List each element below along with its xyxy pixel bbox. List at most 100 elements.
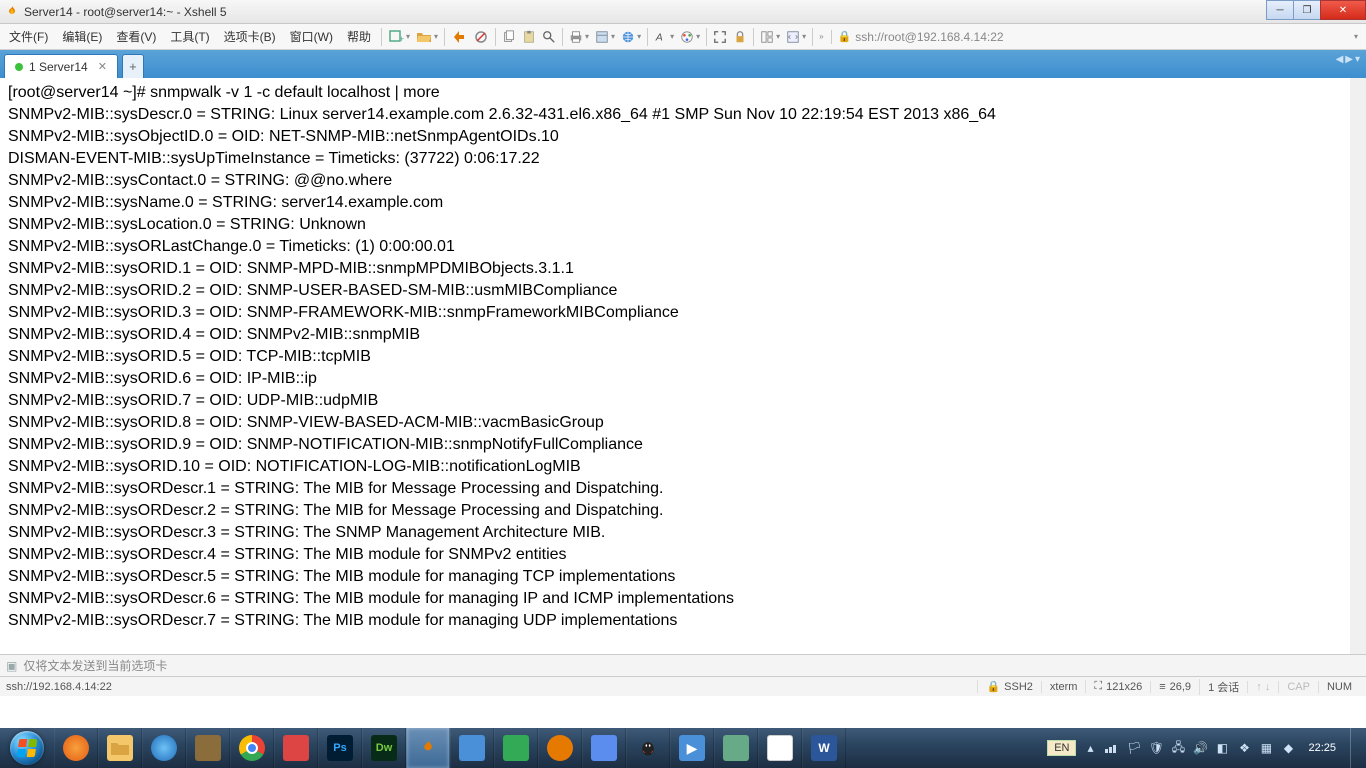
taskbar-pinned: Ps Dw ▶ W <box>54 728 846 768</box>
new-tab-button[interactable]: + <box>122 54 144 78</box>
terminal-line: SNMPv2-MIB::sysORID.6 = OID: IP-MIB::ip <box>8 368 1342 390</box>
tray-clock[interactable]: 22:25 <box>1302 742 1342 754</box>
start-button[interactable] <box>0 728 54 768</box>
task-qq[interactable] <box>626 728 670 768</box>
tray-flag-icon[interactable]: 🏳 <box>1126 740 1142 756</box>
task-explorer[interactable] <box>98 728 142 768</box>
toolbar-paste-icon[interactable] <box>519 27 539 47</box>
toolbar-print-icon[interactable]: ▾ <box>566 27 592 47</box>
toolbar-find-icon[interactable] <box>539 27 559 47</box>
send-bar[interactable]: ▣ 仅将文本发送到当前选项卡 <box>0 654 1366 676</box>
tab-status-icon <box>15 63 23 71</box>
close-button[interactable]: ✕ <box>1320 0 1366 20</box>
title-bar: Server14 - root@server14:~ - Xshell 5 ─ … <box>0 0 1366 24</box>
toolbar-color-icon[interactable]: ▾ <box>677 27 703 47</box>
tray-volume-icon[interactable]: 🔊 <box>1192 740 1208 756</box>
terminal-line: SNMPv2-MIB::sysORID.5 = OID: TCP-MIB::tc… <box>8 346 1342 368</box>
tray-app2-icon[interactable]: ❖ <box>1236 740 1252 756</box>
menu-view[interactable]: 查看(V) <box>109 24 163 49</box>
terminal-line: SNMPv2-MIB::sysName.0 = STRING: server14… <box>8 192 1342 214</box>
task-app1[interactable] <box>186 728 230 768</box>
menu-bar: 文件(F) 编辑(E) 查看(V) 工具(T) 选项卡(B) 窗口(W) 帮助 … <box>0 24 1366 50</box>
tray-shield-icon[interactable]: 🛡 <box>1148 740 1164 756</box>
lock-icon: 🔒 <box>838 30 852 43</box>
toolbar-copy-icon[interactable] <box>499 27 519 47</box>
tab-nav-left-icon[interactable]: ◀ <box>1336 54 1344 65</box>
toolbar-fullscreen-icon[interactable] <box>710 27 730 47</box>
task-app3[interactable] <box>450 728 494 768</box>
address-dropdown-icon[interactable]: ▾ <box>1354 32 1358 41</box>
menu-tools[interactable]: 工具(T) <box>163 24 216 49</box>
status-term-type: xterm <box>1041 681 1086 693</box>
menu-help[interactable]: 帮助 <box>340 24 378 49</box>
task-dw[interactable]: Dw <box>362 728 406 768</box>
tray-app-icon[interactable]: ◧ <box>1214 740 1230 756</box>
tray-network-icon[interactable]: 🖧 <box>1170 740 1186 756</box>
toolbar-font-icon[interactable]: A▾ <box>651 27 677 47</box>
tray-bars-icon[interactable] <box>1104 740 1120 756</box>
toolbar-new-session[interactable]: +▾ <box>385 26 413 48</box>
ime-indicator[interactable]: EN <box>1047 740 1076 756</box>
tab-nav-menu-icon[interactable]: ▾ <box>1355 54 1360 65</box>
status-nav[interactable]: ↑ ↓ <box>1247 681 1278 693</box>
show-desktop-button[interactable] <box>1350 728 1360 768</box>
terminal-line: SNMPv2-MIB::sysORID.10 = OID: NOTIFICATI… <box>8 456 1342 478</box>
status-num: NUM <box>1318 681 1360 693</box>
terminal-line: SNMPv2-MIB::sysORID.8 = OID: SNMP-VIEW-B… <box>8 412 1342 434</box>
task-ps[interactable]: Ps <box>318 728 362 768</box>
terminal-line: SNMPv2-MIB::sysORID.4 = OID: SNMPv2-MIB:… <box>8 324 1342 346</box>
toolbar-overflow-icon[interactable]: » <box>816 29 826 44</box>
maximize-button[interactable]: ❐ <box>1293 0 1321 20</box>
task-word[interactable]: W <box>802 728 846 768</box>
menu-file[interactable]: 文件(F) <box>2 24 55 49</box>
terminal-line: SNMPv2-MIB::sysORDescr.7 = STRING: The M… <box>8 610 1342 632</box>
toolbar-properties-icon[interactable]: ▾ <box>592 27 618 47</box>
terminal-line: SNMPv2-MIB::sysDescr.0 = STRING: Linux s… <box>8 104 1342 126</box>
task-app5[interactable] <box>538 728 582 768</box>
task-xshell[interactable] <box>406 728 450 768</box>
terminal-line: SNMPv2-MIB::sysORID.9 = OID: SNMP-NOTIFI… <box>8 434 1342 456</box>
toolbar-disconnect-icon[interactable] <box>470 26 492 48</box>
scroll-down-icon[interactable]: ▼ <box>1350 638 1366 654</box>
terminal-line: SNMPv2-MIB::sysORID.3 = OID: SNMP-FRAMEW… <box>8 302 1342 324</box>
status-cursor: ≡ 26,9 <box>1150 681 1199 693</box>
toolbar-lock-icon[interactable] <box>730 27 750 47</box>
task-app2[interactable] <box>274 728 318 768</box>
task-chrome[interactable] <box>230 728 274 768</box>
terminal-line: SNMPv2-MIB::sysORID.2 = OID: SNMP-USER-B… <box>8 280 1342 302</box>
terminal-line: DISMAN-EVENT-MIB::sysUpTimeInstance = Ti… <box>8 148 1342 170</box>
status-sessions: 1 会话 <box>1199 679 1247 695</box>
toolbar-script-icon[interactable]: ▾ <box>783 27 809 47</box>
tray-up-icon[interactable]: ▴ <box>1082 740 1098 756</box>
address-bar[interactable]: 🔒 ssh://root@192.168.4.14:22 ▾ <box>831 30 1364 44</box>
terminal[interactable]: ▲ ▼ [root@server14 ~]# snmpwalk -v 1 -c … <box>0 78 1366 654</box>
toolbar-reconnect-icon[interactable] <box>448 26 470 48</box>
terminal-line: SNMPv2-MIB::sysORDescr.4 = STRING: The M… <box>8 544 1342 566</box>
task-firefox[interactable] <box>54 728 98 768</box>
svg-text:+: + <box>399 34 404 44</box>
status-size: ⛶ 121x26 <box>1085 680 1150 693</box>
tab-server14[interactable]: 1 Server14 ✕ <box>4 54 118 78</box>
scroll-up-icon[interactable]: ▲ <box>1350 78 1366 94</box>
tab-close-icon[interactable]: ✕ <box>98 60 107 73</box>
menu-edit[interactable]: 编辑(E) <box>55 24 109 49</box>
task-video[interactable]: ▶ <box>670 728 714 768</box>
tray-app3-icon[interactable]: ▦ <box>1258 740 1274 756</box>
task-notepad[interactable] <box>758 728 802 768</box>
terminal-line: SNMPv2-MIB::sysORID.7 = OID: UDP-MIB::ud… <box>8 390 1342 412</box>
menu-window[interactable]: 窗口(W) <box>283 24 340 49</box>
menu-tabs[interactable]: 选项卡(B) <box>217 24 283 49</box>
task-app4[interactable] <box>494 728 538 768</box>
tray-app4-icon[interactable]: ◆ <box>1280 740 1296 756</box>
task-app6[interactable] <box>582 728 626 768</box>
toolbar-open[interactable]: ▾ <box>413 26 441 48</box>
minimize-button[interactable]: ─ <box>1266 0 1294 20</box>
task-app7[interactable] <box>714 728 758 768</box>
terminal-line: SNMPv2-MIB::sysContact.0 = STRING: @@no.… <box>8 170 1342 192</box>
terminal-line: SNMPv2-MIB::sysORDescr.5 = STRING: The M… <box>8 566 1342 588</box>
toolbar-layout-icon[interactable]: ▾ <box>757 27 783 47</box>
tab-nav-right-icon[interactable]: ▶ <box>1345 54 1353 65</box>
toolbar-globe-icon[interactable]: ▾ <box>618 27 644 47</box>
scrollbar-thumb[interactable] <box>1351 79 1365 179</box>
task-ie[interactable] <box>142 728 186 768</box>
